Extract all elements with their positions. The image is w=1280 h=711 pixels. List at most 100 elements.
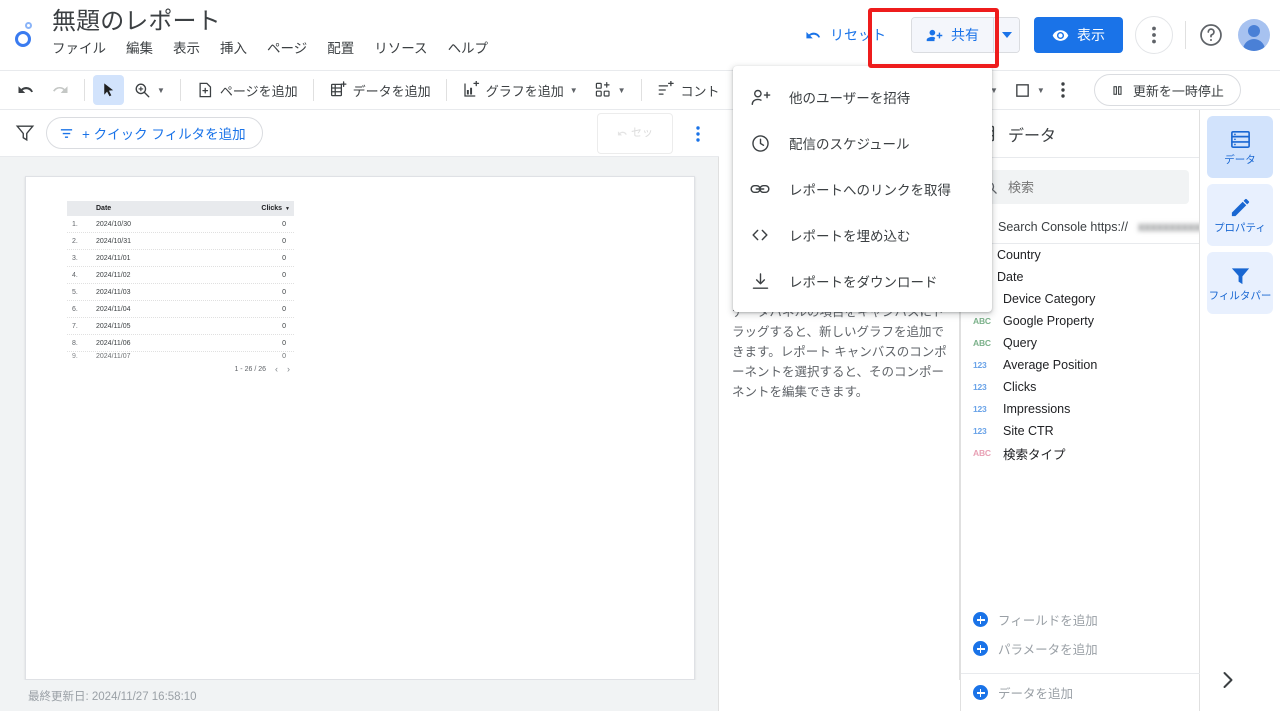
table-cell-index: 1. — [72, 220, 78, 228]
menu-resource[interactable]: リソース — [374, 40, 427, 58]
help-icon[interactable] — [1198, 22, 1224, 48]
toolbar-divider — [84, 79, 85, 101]
table-row[interactable]: 7. 2024/11/05 0 — [67, 318, 294, 335]
undo-button[interactable] — [10, 75, 42, 105]
text-type-icon: ABC — [973, 316, 991, 326]
table-header-clicks[interactable]: Clicks ▼ — [234, 205, 294, 212]
table-row[interactable]: 1. 2024/10/30 0 — [67, 216, 294, 233]
add-field-button[interactable]: フィールドを追加 — [961, 607, 1201, 632]
share-dropdown-toggle[interactable] — [993, 18, 1019, 52]
field-item-google-property[interactable]: ABC Google Property — [961, 310, 1199, 332]
menu-arrange[interactable]: 配置 — [327, 40, 354, 58]
table-cell-clicks: 0 — [282, 322, 286, 330]
pagination-next-button[interactable]: › — [287, 364, 290, 374]
share-button[interactable]: 共有 — [912, 18, 993, 52]
table-row[interactable]: 4. 2024/11/02 0 — [67, 267, 294, 284]
menu-page[interactable]: ページ — [267, 40, 307, 58]
add-page-button[interactable]: ページを追加 — [189, 75, 305, 105]
table-cell-index: 3. — [72, 254, 78, 262]
menu-edit[interactable]: 編集 — [126, 40, 153, 58]
select-tool-button[interactable] — [93, 75, 124, 105]
add-chart-button[interactable]: グラフを追加 ▼ — [455, 75, 585, 105]
field-item-impressions[interactable]: 123 Impressions — [961, 398, 1199, 420]
menu-item-get-report-link[interactable]: レポートへのリンクを取得 — [733, 166, 992, 212]
menu-item-download-report[interactable]: レポートをダウンロード — [733, 258, 992, 304]
toolbar-divider-3 — [312, 79, 314, 101]
search-input[interactable] — [1008, 179, 1178, 195]
table-row[interactable]: 8. 2024/11/06 0 — [67, 335, 294, 352]
data-table-widget[interactable]: Date Clicks ▼ 1. 2024/10/30 0 2. 2024/10/31 0… — [67, 201, 294, 374]
report-canvas-area[interactable]: Date Clicks ▼ 1. 2024/10/30 0 2. 2024/10/31 0… — [0, 157, 719, 680]
menu-file[interactable]: ファイル — [52, 40, 106, 58]
text-type-icon: ABC — [973, 338, 991, 348]
table-row[interactable]: 6. 2024/11/04 0 — [67, 301, 294, 318]
share-button-group[interactable]: 共有 — [911, 17, 1020, 53]
looker-studio-logo[interactable] — [0, 0, 52, 71]
field-name: Clicks — [1003, 380, 1037, 394]
add-quick-filter-button[interactable]: + クイック フィルタを追加 — [46, 117, 263, 149]
community-visualization-button[interactable]: ▼ — [587, 75, 633, 105]
report-page[interactable]: Date Clicks ▼ 1. 2024/10/30 0 2. 2024/10/31 0… — [25, 176, 695, 680]
zoom-tool-button[interactable]: ▼ — [126, 75, 172, 105]
field-item-average-position[interactable]: 123 Average Position — [961, 354, 1199, 376]
pause-updates-label: 更新を一時停止 — [1132, 83, 1224, 99]
plus-icon — [973, 685, 988, 700]
app-header: 無題のレポート ファイル 編集 表示 挿入 ページ 配置 リソース ヘルプ リセ… — [0, 0, 1280, 71]
toolbar-more-button[interactable] — [1054, 75, 1072, 105]
field-item-検索タイプ[interactable]: ABC 検索タイプ — [961, 442, 1199, 464]
add-control-button[interactable]: コント — [650, 75, 727, 105]
filter-funnel-icon[interactable] — [14, 122, 36, 144]
table-header-date[interactable]: Date — [91, 205, 234, 212]
field-item-device-category[interactable]: ABCDevice Category — [961, 288, 1199, 310]
field-item-clicks[interactable]: 123 Clicks — [961, 376, 1199, 398]
redo-icon — [51, 81, 69, 99]
pause-updates-button[interactable]: 更新を一時停止 — [1093, 74, 1241, 106]
tab-data[interactable]: データ — [1207, 116, 1273, 178]
table-row[interactable]: 5. 2024/11/03 0 — [67, 284, 294, 301]
menu-view[interactable]: 表示 — [173, 40, 200, 58]
expand-panel-button[interactable] — [1222, 671, 1234, 689]
zoom-icon — [133, 81, 151, 99]
add-data-source-button[interactable]: データを追加 — [961, 673, 1201, 711]
table-cell-index: 4. — [72, 271, 78, 279]
field-item-country[interactable]: Country — [961, 244, 1199, 266]
field-item-query[interactable]: ABC Query — [961, 332, 1199, 354]
avatar[interactable] — [1238, 19, 1270, 51]
data-search-box[interactable] — [971, 170, 1189, 204]
table-row[interactable]: 3. 2024/11/01 0 — [67, 250, 294, 267]
menu-item-embed-report[interactable]: レポートを埋め込む — [733, 212, 992, 258]
add-data-button[interactable]: データを追加 — [322, 75, 438, 105]
table-row[interactable]: 2. 2024/10/31 0 — [67, 233, 294, 250]
field-item-site-ctr[interactable]: 123 Site CTR — [961, 420, 1199, 442]
redo-button[interactable] — [44, 75, 76, 105]
plus-icon — [973, 612, 988, 627]
table-cell-date: 2024/11/02 — [96, 271, 131, 279]
menu-item-schedule-delivery[interactable]: 配信のスケジュール — [733, 120, 992, 166]
table-cell-clicks: 0 — [282, 254, 286, 262]
filter-bar-more-button[interactable] — [688, 120, 708, 148]
add-data-label: データを追加 — [352, 83, 431, 99]
reset-button[interactable]: リセット — [790, 17, 901, 53]
add-quick-filter-label: + クイック フィルタを追加 — [82, 127, 246, 142]
pagination-prev-button[interactable]: ‹ — [275, 364, 278, 374]
add-parameter-button[interactable]: パラメータを追加 — [961, 636, 1201, 661]
border-style-button[interactable]: ▼ — [1007, 75, 1052, 105]
download-icon — [749, 271, 771, 292]
view-button[interactable]: 表示 — [1034, 17, 1123, 53]
menu-help[interactable]: ヘルプ — [448, 40, 489, 58]
menu-item-invite-others[interactable]: 他のユーザーを招待 — [733, 74, 992, 120]
canvas-help-text: データパネルの項目をキャンバスにドラッグすると、新しいグラフを追加できます。レポ… — [732, 305, 947, 399]
tab-filter-bar[interactable]: フィルタパー — [1207, 252, 1273, 314]
border-caret-icon: ▼ — [1036, 85, 1045, 95]
filter-reset-button[interactable]: セッ — [597, 113, 673, 154]
more-options-button[interactable] — [1135, 16, 1173, 54]
data-source-item[interactable]: Search Console https:// xxxxxxxxxxxxxxx — [961, 214, 1199, 244]
field-item-date[interactable]: Date — [961, 266, 1199, 288]
page-title[interactable]: 無題のレポート — [52, 7, 488, 37]
tab-properties[interactable]: プロパティ — [1207, 184, 1273, 246]
header-actions: リセット 共有 表示 — [790, 16, 1270, 54]
editor-toolbar: ▼ ページを追加 データを追加 グラフを追加 ▼ ▼ コント ▼ ▼ 更新を一時… — [0, 71, 1280, 110]
add-chart-label: グラフを追加 — [485, 83, 564, 99]
table-row[interactable]: 9. 2024/11/07 0 — [67, 352, 294, 361]
menu-insert[interactable]: 挿入 — [220, 40, 247, 58]
